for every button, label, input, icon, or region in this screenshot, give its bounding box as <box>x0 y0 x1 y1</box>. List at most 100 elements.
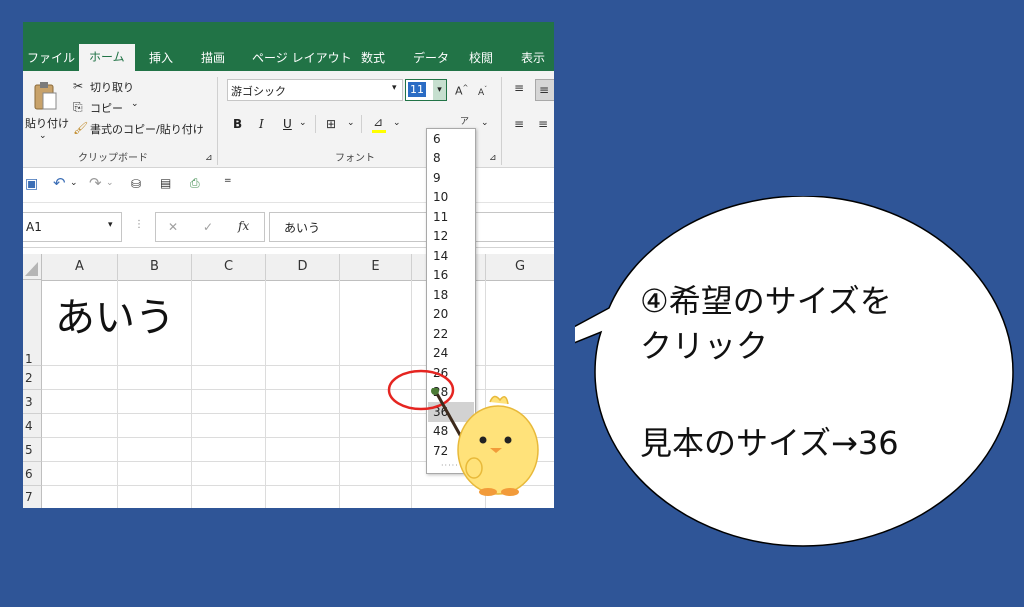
cut-button[interactable]: 切り取り <box>90 79 134 95</box>
callout-bubble <box>575 196 1014 547</box>
select-all-button[interactable] <box>23 254 42 280</box>
tab-file[interactable]: ファイル <box>27 46 75 71</box>
callout-line-3: 見本のサイズ→36 <box>640 424 899 462</box>
separator <box>315 115 316 133</box>
name-box[interactable]: A1 ▾ <box>23 212 122 242</box>
tab-page-layout[interactable]: ページ レイアウト <box>252 46 352 71</box>
copy-dropdown-icon[interactable]: ⌄ <box>131 99 139 109</box>
align-center-icon[interactable]: ≡ <box>538 117 548 131</box>
row-header-2[interactable]: 2 <box>23 366 42 390</box>
gridline <box>191 280 192 508</box>
customize-qat-icon[interactable]: = <box>224 176 232 186</box>
group-separator <box>217 77 218 165</box>
cut-icon: ✂ <box>73 79 84 93</box>
font-size-option[interactable]: 8 <box>433 149 441 167</box>
group-separator <box>501 77 502 165</box>
font-size-dropdown-icon[interactable]: ▾ <box>433 80 446 100</box>
font-size-combo[interactable]: 11 ▾ <box>405 79 447 101</box>
sort-icon[interactable]: ⛁ <box>131 177 141 191</box>
column-header-e[interactable]: E <box>340 254 412 281</box>
insert-function-icon[interactable]: fx <box>238 219 249 233</box>
phonetic-dropdown-icon[interactable]: ⌄ <box>481 118 489 128</box>
font-size-option[interactable]: 12 <box>433 227 448 245</box>
font-size-option[interactable]: 14 <box>433 247 448 265</box>
tab-insert[interactable]: 挿入 <box>149 46 173 71</box>
borders-icon[interactable]: ⊞ <box>326 117 336 131</box>
tab-review[interactable]: 校閲 <box>469 46 493 71</box>
undo-icon[interactable]: ↶ <box>53 176 66 191</box>
save-icon[interactable]: ▣ <box>25 177 38 191</box>
tab-view[interactable]: 表示 <box>521 46 545 71</box>
align-top-icon[interactable]: ≡ <box>514 81 524 95</box>
row-header-4[interactable]: 4 <box>23 414 42 438</box>
column-header-b[interactable]: B <box>118 254 192 281</box>
formula-bar-grip-icon: ⋮ <box>134 219 144 230</box>
gridline <box>42 365 554 366</box>
italic-button[interactable]: I <box>259 117 264 131</box>
fill-color-icon[interactable]: ⊿ <box>373 115 383 129</box>
row-header-5[interactable]: 5 <box>23 438 42 462</box>
enter-icon[interactable]: ✓ <box>203 220 213 234</box>
clipboard-launcher-icon[interactable]: ⊿ <box>205 151 213 165</box>
decrease-font-size-icon[interactable]: Aˇ <box>478 83 487 100</box>
font-size-option[interactable]: 10 <box>433 188 448 206</box>
underline-button[interactable]: U <box>283 117 292 131</box>
formula-buttons: ✕ ✓ fx <box>155 212 265 242</box>
format-painter-button[interactable]: 書式のコピー/貼り付け <box>90 121 204 137</box>
redo-dropdown-icon[interactable]: ⌄ <box>106 178 114 188</box>
align-middle-button[interactable]: ≡ <box>535 79 554 101</box>
bold-button[interactable]: B <box>233 117 242 131</box>
copy-icon: ⎘ <box>73 100 83 114</box>
column-header-c[interactable]: C <box>192 254 266 281</box>
row-header-7[interactable]: 7 <box>23 486 42 508</box>
formula-input[interactable]: あいう <box>269 212 554 242</box>
font-size-option[interactable]: 6 <box>433 130 441 148</box>
paste-dropdown-icon[interactable]: ⌄ <box>39 131 47 141</box>
align-left-icon[interactable]: ≡ <box>514 117 524 131</box>
font-name-dropdown-icon[interactable]: ▾ <box>392 83 397 93</box>
tab-formulas[interactable]: 数式 <box>361 46 385 71</box>
font-size-option[interactable]: 22 <box>433 325 448 343</box>
column-header-d[interactable]: D <box>266 254 340 281</box>
font-size-option[interactable]: 24 <box>433 344 448 362</box>
font-size-value[interactable]: 11 <box>408 82 426 97</box>
font-launcher-icon[interactable]: ⊿ <box>489 151 497 165</box>
name-box-dropdown-icon[interactable]: ▾ <box>108 220 113 230</box>
increase-font-size-icon[interactable]: A^ <box>455 81 468 99</box>
underline-dropdown-icon[interactable]: ⌄ <box>299 118 307 128</box>
font-size-option[interactable]: 20 <box>433 305 448 323</box>
formula-input-value: あいう <box>284 221 321 235</box>
name-box-value: A1 <box>26 220 42 234</box>
paste-icon[interactable] <box>32 81 58 111</box>
tab-data[interactable]: データ <box>413 46 449 71</box>
tab-draw[interactable]: 描画 <box>201 46 225 71</box>
cancel-icon[interactable]: ✕ <box>168 220 178 234</box>
undo-dropdown-icon[interactable]: ⌄ <box>70 178 78 188</box>
font-size-option[interactable]: 11 <box>433 208 448 226</box>
separator <box>361 115 362 133</box>
tab-home[interactable]: ホーム <box>79 44 135 71</box>
align-middle-icon: ≡ <box>539 83 550 97</box>
cell-a1-text[interactable]: あいう <box>55 290 175 346</box>
fill-color-swatch <box>372 130 386 133</box>
format-painter-icon: 🖌 <box>73 121 89 135</box>
fill-color-dropdown-icon[interactable]: ⌄ <box>393 118 401 128</box>
row-header-1[interactable]: 1 <box>23 280 42 366</box>
copy-button[interactable]: コピー <box>90 100 123 116</box>
font-name-value: 游ゴシック <box>231 85 286 98</box>
font-size-option[interactable]: 18 <box>433 286 448 304</box>
font-name-combo[interactable]: 游ゴシック ▾ <box>227 79 403 101</box>
borders-dropdown-icon[interactable]: ⌄ <box>347 118 355 128</box>
ribbon-tabs: ファイル ホーム 挿入 描画 ページ レイアウト 数式 データ 校閲 表示 <box>23 22 554 71</box>
form-icon[interactable]: ▤ <box>160 176 171 190</box>
row-header-6[interactable]: 6 <box>23 462 42 486</box>
font-size-option[interactable]: 9 <box>433 169 441 187</box>
column-header-a[interactable]: A <box>42 254 118 281</box>
column-header-g[interactable]: G <box>486 254 554 281</box>
callout-line-1: ④希望のサイズを <box>640 282 892 320</box>
row-header-3[interactable]: 3 <box>23 390 42 414</box>
font-size-option[interactable]: 16 <box>433 266 448 284</box>
redo-icon[interactable]: ↷ <box>89 176 102 191</box>
paste-button[interactable]: 貼り付け <box>25 115 69 131</box>
check-icon[interactable]: ⎙ <box>190 176 200 190</box>
